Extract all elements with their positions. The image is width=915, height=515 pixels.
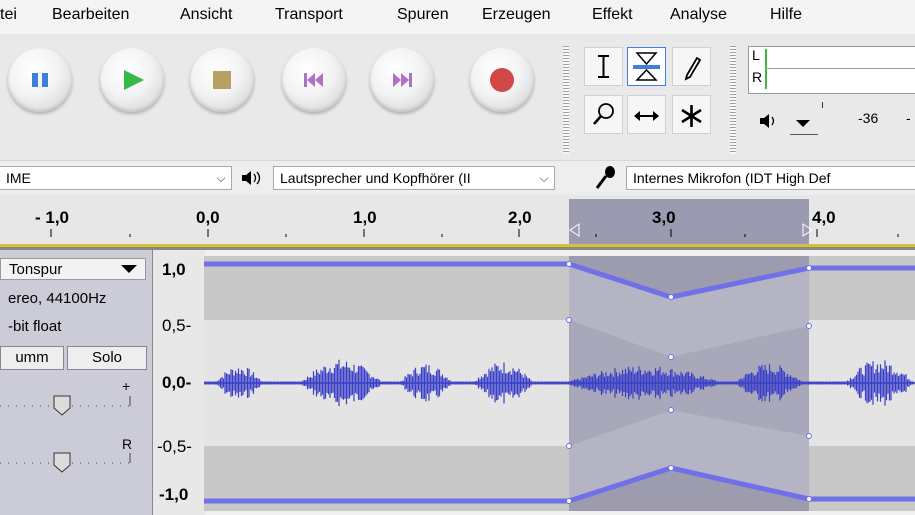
solo-button-label: Solo [91, 349, 123, 366]
envelope-icon [633, 52, 660, 81]
skip-to-start-button[interactable] [282, 48, 346, 112]
chevron-down-icon: ⌵ [536, 167, 552, 189]
mute-button[interactable]: umm [0, 346, 64, 370]
playback-device-select[interactable]: Lautsprecher und Kopfhörer (II ⌵ [273, 166, 555, 190]
waveform-display[interactable] [204, 256, 915, 511]
vruler-label: -0,5- [157, 437, 192, 456]
meter-channel-right: R [752, 69, 763, 85]
vruler-label: 1,0 [162, 260, 186, 279]
audio-host-select[interactable]: IME ⌵ [0, 166, 232, 190]
meter-channel-left: L [752, 47, 760, 63]
draw-tool-button[interactable] [672, 47, 711, 86]
record-icon [490, 68, 514, 92]
skip-to-start-icon [304, 73, 323, 87]
record-button[interactable] [470, 48, 534, 112]
track-info-format: ereo, 44100Hz [8, 290, 107, 307]
meter-speaker-icon [758, 112, 780, 135]
gain-slider-thumb[interactable] [53, 395, 71, 416]
menu-effect[interactable]: Effekt [592, 6, 633, 24]
ruler-ticks [50, 229, 899, 237]
playback-device-value: Lautsprecher und Kopfhörer (II [280, 170, 471, 186]
meter-bar [765, 49, 767, 89]
magnifier-icon [593, 103, 614, 125]
menu-generate[interactable]: Erzeugen [482, 6, 551, 24]
mute-button-label: umm [15, 349, 49, 366]
zoom-tool-button[interactable] [584, 95, 623, 134]
recording-device-select[interactable]: Internes Mikrofon (IDT High Def [626, 166, 915, 190]
menu-file[interactable]: tei [0, 6, 17, 24]
menu-view[interactable]: Ansicht [180, 6, 232, 24]
dropdown-arrow-icon [796, 120, 810, 127]
meter-tick [822, 102, 823, 108]
level-meter[interactable]: L R [748, 46, 915, 94]
vruler-label: 0,0- [162, 373, 192, 392]
meter-dropdown[interactable] [790, 112, 818, 135]
vruler-label: 0,5- [162, 316, 192, 335]
multi-tool-button[interactable] [672, 95, 711, 134]
double-arrow-icon [634, 111, 659, 121]
meter-db-label: -36 [858, 110, 879, 126]
speaker-icon [240, 169, 264, 192]
audio-host-value: IME [6, 170, 31, 186]
solo-button[interactable]: Solo [67, 346, 147, 370]
i-beam-icon [598, 55, 609, 78]
skip-to-end-icon [393, 73, 412, 87]
menu-bar: tei Bearbeiten Ansicht Transport Spuren … [0, 0, 915, 34]
play-button[interactable] [100, 48, 164, 112]
play-icon [124, 70, 144, 90]
chevron-down-icon: ⌵ [213, 167, 229, 189]
menu-transport[interactable]: Transport [275, 6, 343, 24]
menu-help[interactable]: Hilfe [770, 6, 802, 24]
pause-icon [32, 73, 48, 87]
recording-device-value: Internes Mikrofon (IDT High Def [633, 170, 831, 186]
pause-button[interactable] [8, 48, 72, 112]
skip-to-end-button[interactable] [370, 48, 434, 112]
meter-db-label: - [906, 110, 911, 126]
stop-button[interactable] [190, 48, 254, 112]
track-name-menu[interactable]: Tonspur [0, 258, 146, 280]
track-name: Tonspur [9, 261, 63, 278]
pencil-icon [684, 56, 702, 81]
asterisk-icon [681, 105, 702, 127]
menu-tracks[interactable]: Spuren [397, 6, 449, 24]
envelope-tool-button[interactable] [627, 47, 666, 86]
dropdown-arrow-icon [121, 265, 137, 273]
pan-slider[interactable] [0, 449, 140, 477]
meter-grip[interactable] [730, 46, 736, 154]
menu-edit[interactable]: Bearbeiten [52, 6, 129, 24]
toolbar-grip[interactable] [563, 46, 569, 154]
vruler-label: -1,0 [159, 485, 189, 504]
timeshift-tool-button[interactable] [627, 95, 666, 134]
microphone-icon [593, 164, 619, 197]
gain-slider[interactable] [0, 390, 140, 418]
pan-slider-thumb[interactable] [53, 452, 71, 473]
stop-icon [213, 71, 231, 89]
track-info-sampleformat: -bit float [8, 318, 62, 335]
meter-divider [765, 68, 915, 69]
selection-tool-button[interactable] [584, 47, 623, 86]
menu-analyze[interactable]: Analyse [670, 6, 727, 24]
